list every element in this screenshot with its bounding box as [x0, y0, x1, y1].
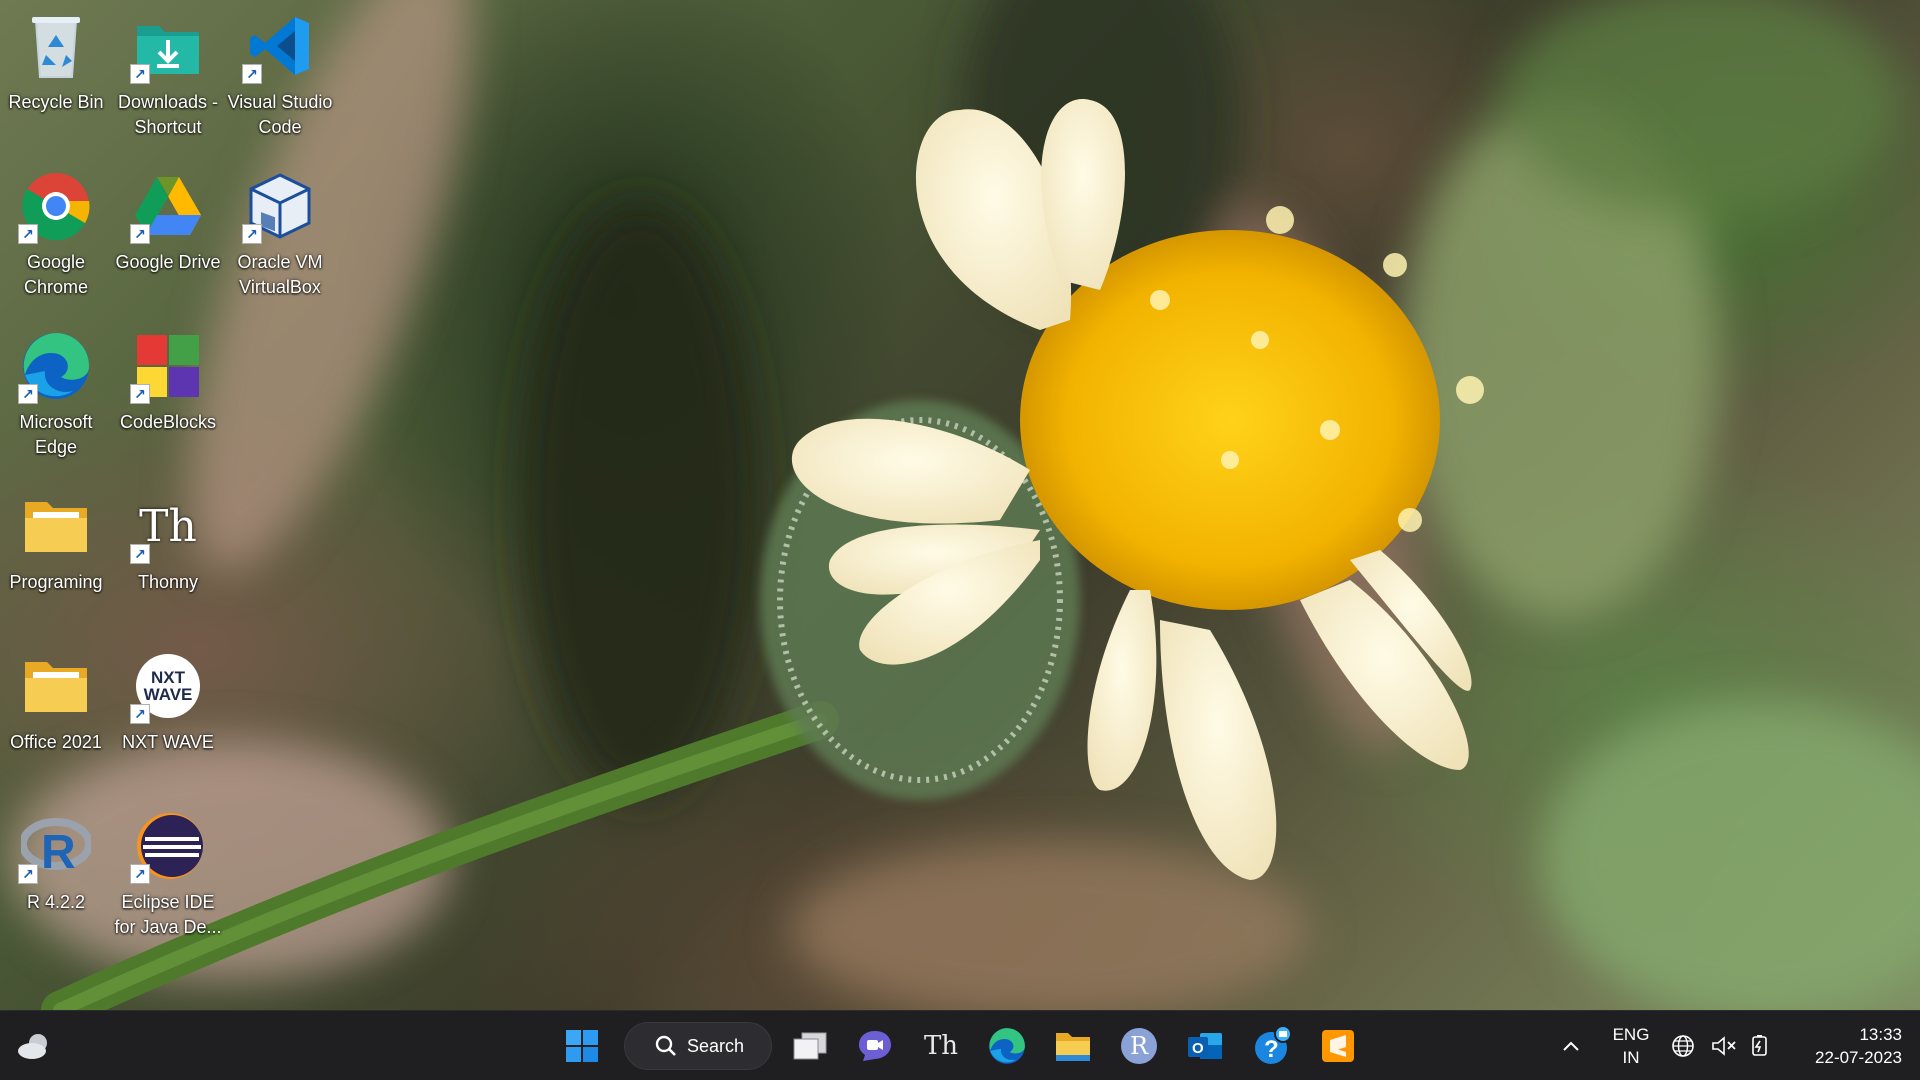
thonny-taskbar-button[interactable]: Th	[917, 1022, 965, 1070]
sublime-text-icon	[1322, 1030, 1354, 1062]
icon-label: Programing	[9, 572, 103, 592]
icon-label: CodeBlocks	[119, 412, 217, 432]
nxtwave-icon: NXT WAVE ↗	[130, 648, 206, 724]
battery-button[interactable]	[1740, 1022, 1780, 1070]
sublime-text-button[interactable]	[1314, 1022, 1362, 1070]
edge-icon	[989, 1028, 1025, 1064]
icon-label: Downloads - Shortcut	[117, 92, 219, 137]
desktop-icon-r[interactable]: R ↗ R 4.2.2	[0, 800, 112, 960]
icon-label: Office 2021	[10, 732, 102, 752]
shortcut-arrow-icon: ↗	[130, 384, 150, 404]
virtualbox-icon: ↗	[242, 168, 318, 244]
task-view-button[interactable]	[786, 1022, 834, 1070]
shortcut-arrow-icon: ↗	[18, 384, 38, 404]
teams-chat-icon	[859, 1031, 891, 1061]
windows-start-icon	[566, 1030, 598, 1062]
icon-label: Microsoft Edge	[19, 412, 93, 457]
r-taskbar-button[interactable]: R	[1115, 1022, 1163, 1070]
volume-button[interactable]	[1704, 1022, 1744, 1070]
shortcut-arrow-icon: ↗	[130, 704, 150, 724]
desktop-icon-microsoft-edge[interactable]: ↗ Microsoft Edge	[0, 320, 112, 480]
eclipse-icon: ↗	[130, 808, 206, 884]
show-hidden-icons-button[interactable]	[1551, 1022, 1591, 1070]
svg-text:R: R	[41, 826, 76, 876]
volume-muted-icon	[1712, 1036, 1736, 1056]
r-icon: R	[1121, 1028, 1157, 1064]
desktop-icon-google-chrome[interactable]: ↗ Google Chrome	[0, 160, 112, 320]
nxt-logo-line2: WAVE	[143, 685, 193, 704]
task-view-icon	[793, 1032, 827, 1060]
outlook-taskbar-button[interactable]: O	[1181, 1022, 1229, 1070]
taskbar: Search Th R O ? ENG IN 13:33 22-07-2023	[0, 1010, 1920, 1080]
folder-icon	[18, 488, 94, 564]
desktop-icon-recycle-bin[interactable]: Recycle Bin	[0, 0, 112, 160]
taskbar-search-box[interactable]: Search	[624, 1022, 772, 1070]
desktop-icon-oracle-virtualbox[interactable]: ↗ Oracle VM VirtualBox	[224, 160, 336, 320]
shortcut-arrow-icon: ↗	[130, 224, 150, 244]
get-help-icon: ?	[1255, 1026, 1292, 1064]
shortcut-arrow-icon: ↗	[18, 864, 38, 884]
edge-icon: ↗	[18, 328, 94, 404]
language-indicator[interactable]: ENG IN	[1603, 1023, 1659, 1069]
folder-icon	[18, 648, 94, 724]
chevron-up-icon	[1563, 1041, 1579, 1051]
chrome-icon: ↗	[18, 168, 94, 244]
downloads-folder-icon: ↗	[130, 8, 206, 84]
google-drive-icon: ↗	[130, 168, 206, 244]
desktop-icon-eclipse-ide[interactable]: ↗ Eclipse IDE for Java De...	[112, 800, 224, 960]
desktop-icon-google-drive[interactable]: ↗ Google Drive	[112, 160, 224, 320]
nxt-logo-line1: NXT	[151, 668, 185, 687]
shortcut-arrow-icon: ↗	[242, 224, 262, 244]
desktop-icon-codeblocks[interactable]: ↗ CodeBlocks	[112, 320, 224, 480]
r-icon: R ↗	[18, 808, 94, 884]
shortcut-arrow-icon: ↗	[130, 64, 150, 84]
search-icon	[655, 1035, 676, 1056]
file-explorer-icon	[1056, 1033, 1090, 1061]
icon-label: Oracle VM VirtualBox	[237, 252, 323, 297]
outlook-icon: O	[1188, 1033, 1222, 1059]
icon-label: Thonny	[137, 572, 199, 592]
get-help-button[interactable]: ?	[1249, 1022, 1297, 1070]
network-button[interactable]	[1663, 1022, 1703, 1070]
weather-widget-button[interactable]	[10, 1022, 58, 1070]
outlook-letter: O	[1192, 1040, 1204, 1057]
desktop-icon-thonny[interactable]: Th ↗ Thonny	[112, 480, 224, 640]
icon-label: Visual Studio Code	[227, 92, 333, 137]
shortcut-arrow-icon: ↗	[130, 864, 150, 884]
icon-label: NXT WAVE	[122, 732, 214, 752]
recycle-bin-icon	[18, 8, 94, 84]
icon-label: Eclipse IDE for Java De...	[114, 892, 222, 937]
desktop-icon-downloads-shortcut[interactable]: ↗ Downloads - Shortcut	[112, 0, 224, 160]
desktop-icon-nxt-wave[interactable]: NXT WAVE ↗ NXT WAVE	[112, 640, 224, 800]
shortcut-arrow-icon: ↗	[130, 544, 150, 564]
battery-charging-icon	[1752, 1035, 1767, 1056]
network-globe-icon	[1672, 1035, 1694, 1057]
shortcut-arrow-icon: ↗	[18, 224, 38, 244]
shortcut-arrow-icon: ↗	[242, 64, 262, 84]
clock-date: 22-07-2023	[1815, 1048, 1902, 1067]
edge-taskbar-button[interactable]	[983, 1022, 1031, 1070]
icon-label: Google Drive	[115, 252, 221, 272]
icon-label: R 4.2.2	[26, 892, 86, 912]
language-region: IN	[1622, 1048, 1640, 1067]
search-label: Search	[687, 1035, 745, 1056]
start-button[interactable]	[558, 1022, 606, 1070]
desktop-icon-programing-folder[interactable]: Programing	[0, 480, 112, 640]
vscode-icon: ↗	[242, 8, 318, 84]
file-explorer-button[interactable]	[1049, 1022, 1097, 1070]
language-code: ENG	[1612, 1025, 1650, 1044]
icon-label: Recycle Bin	[8, 92, 104, 112]
desktop-icon-visual-studio-code[interactable]: ↗ Visual Studio Code	[224, 0, 336, 160]
icon-label: Google Chrome	[23, 252, 89, 297]
clock[interactable]: 13:33 22-07-2023	[1786, 1023, 1902, 1069]
teams-chat-button[interactable]	[851, 1022, 899, 1070]
thonny-icon: Th ↗	[130, 488, 206, 564]
clock-time: 13:33	[1859, 1025, 1902, 1044]
weather-cloud-icon	[18, 1034, 47, 1059]
codeblocks-icon: ↗	[130, 328, 206, 404]
thonny-icon: Th	[923, 1031, 959, 1061]
desktop-icon-office-2021-folder[interactable]: Office 2021	[0, 640, 112, 800]
